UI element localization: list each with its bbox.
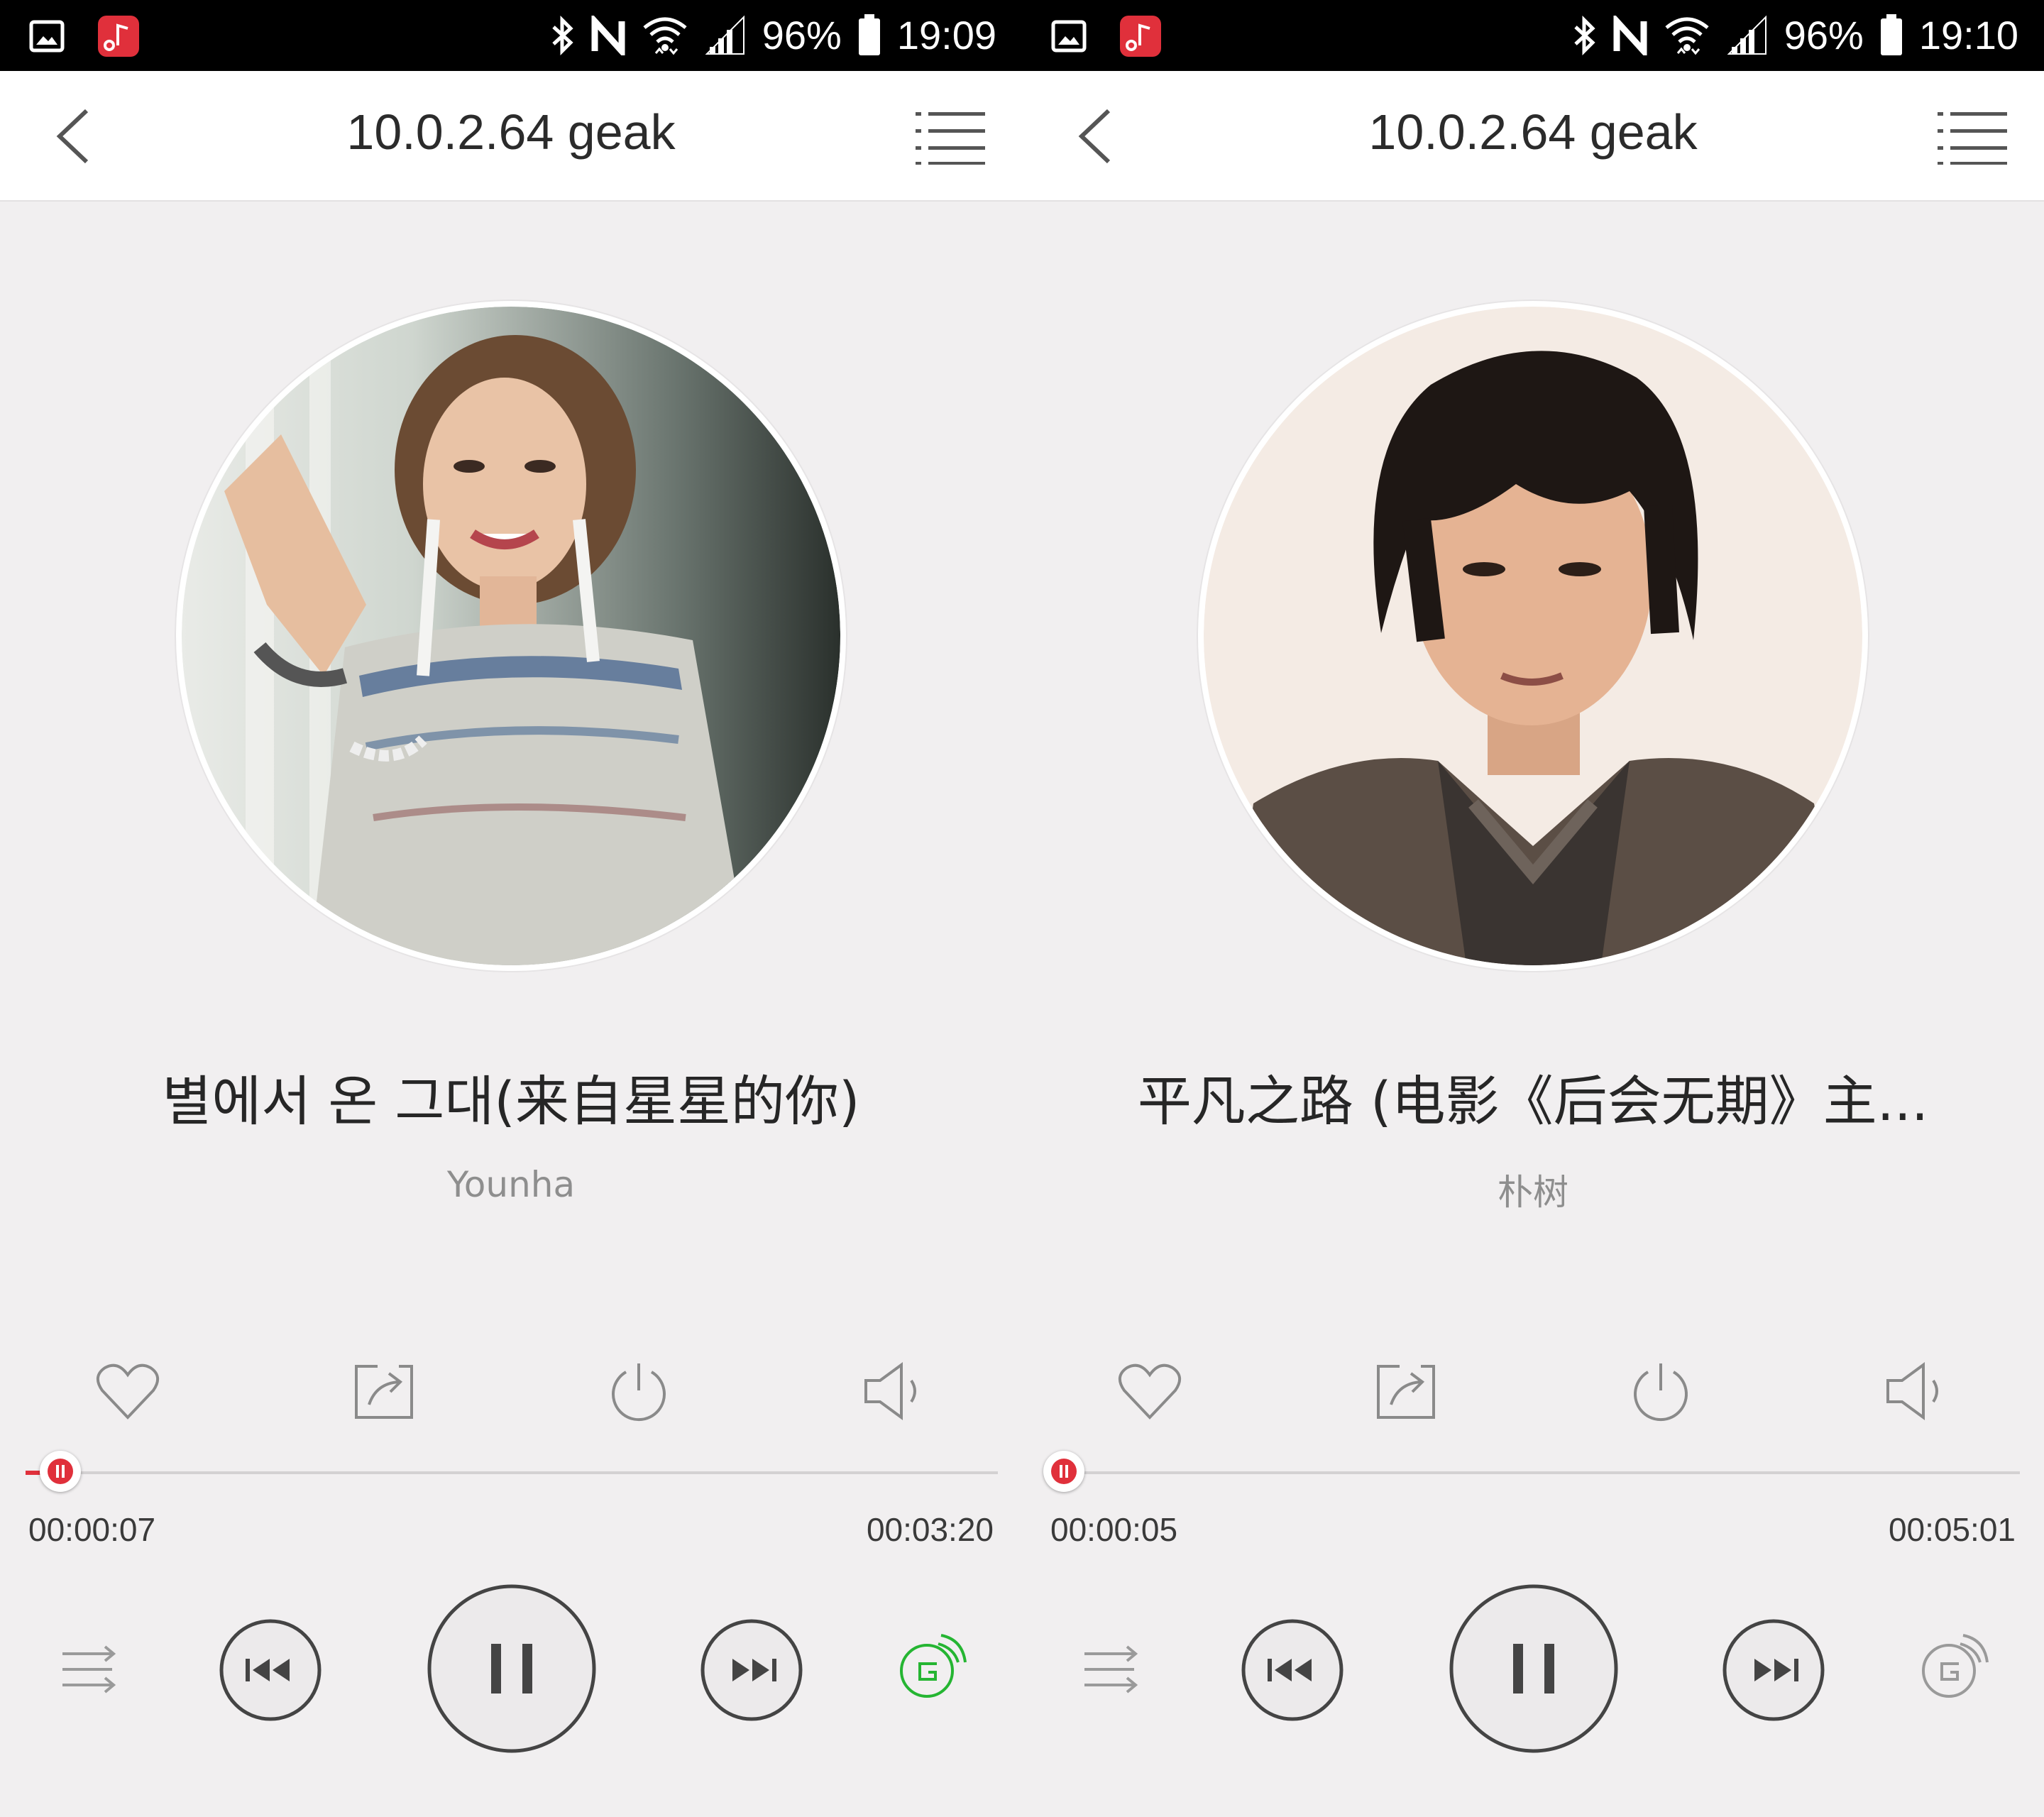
queue-icon	[1084, 1645, 1138, 1694]
heart-icon	[97, 1363, 159, 1420]
header-bar: 10.0.2.64 geak	[1022, 71, 2044, 202]
next-track-icon	[1722, 1619, 1825, 1721]
gallery-notification-icon	[28, 18, 65, 55]
action-row	[0, 1359, 1022, 1423]
volume-icon	[1886, 1362, 1938, 1420]
status-bar: 96% 19:10	[1022, 0, 2044, 71]
previous-button[interactable]	[219, 1618, 322, 1722]
current-time: 00:00:05	[1050, 1511, 1178, 1548]
artist-name: 朴树	[1498, 1172, 1568, 1213]
total-time: 00:05:01	[1888, 1511, 2016, 1548]
repeat-mode-button[interactable]	[896, 1632, 967, 1703]
favorite-button[interactable]	[94, 1359, 162, 1423]
share-button[interactable]	[349, 1359, 417, 1423]
back-chevron-icon	[56, 109, 89, 164]
queue-icon	[62, 1645, 116, 1694]
bluetooth-icon	[551, 16, 575, 55]
battery-icon	[857, 14, 881, 57]
heart-icon	[1119, 1363, 1181, 1420]
repeat-mode-icon	[900, 1634, 967, 1698]
album-art	[1198, 301, 1868, 971]
device-title: 10.0.2.64 geak	[1368, 104, 1698, 160]
seek-bar[interactable]	[26, 1451, 998, 1492]
back-button[interactable]	[1065, 101, 1128, 172]
album-art	[176, 301, 846, 971]
playback-controls	[1022, 1583, 2044, 1760]
battery-icon	[1879, 14, 1903, 57]
sleep-timer-button[interactable]	[605, 1359, 673, 1423]
previous-track-icon	[219, 1619, 322, 1721]
artist-photo-pu-shu	[1204, 307, 1862, 965]
power-icon	[1634, 1363, 1688, 1422]
next-button[interactable]	[700, 1618, 803, 1722]
artist-name: Younha	[446, 1164, 576, 1205]
playlist-button[interactable]	[1938, 108, 2009, 165]
play-pause-button[interactable]	[426, 1583, 598, 1755]
nfc-icon	[590, 16, 626, 55]
music-app-notification-icon	[1119, 14, 1163, 58]
list-icon	[1938, 112, 2007, 165]
battery-percent: 96%	[762, 13, 842, 57]
gallery-notification-icon	[1050, 18, 1087, 55]
status-bar: 96% 19:09	[0, 0, 1022, 71]
share-icon	[1377, 1365, 1435, 1419]
playlist-button[interactable]	[916, 108, 987, 165]
shuffle-queue-button[interactable]	[60, 1640, 119, 1699]
header-bar: 10.0.2.64 geak	[0, 71, 1022, 202]
share-icon	[355, 1365, 413, 1419]
pause-icon	[1449, 1584, 1618, 1753]
seek-knob[interactable]	[40, 1451, 82, 1492]
power-icon	[612, 1363, 666, 1422]
clock: 19:10	[1918, 13, 2018, 57]
list-icon	[916, 112, 985, 165]
song-title: 平凡之路 (电影《后会无期》主...	[1137, 1070, 1929, 1133]
clock: 19:09	[896, 13, 996, 57]
seek-track	[26, 1471, 998, 1474]
song-title: 별에서 온 그대(来自星星的你)	[162, 1070, 860, 1133]
sleep-timer-button[interactable]	[1627, 1359, 1695, 1423]
wifi-icon	[1664, 12, 1710, 59]
repeat-mode-button[interactable]	[1918, 1632, 1989, 1703]
previous-button[interactable]	[1241, 1618, 1344, 1722]
previous-track-icon	[1241, 1619, 1344, 1721]
bluetooth-icon	[1573, 16, 1597, 55]
volume-icon	[864, 1362, 916, 1420]
next-button[interactable]	[1722, 1618, 1825, 1722]
battery-percent: 96%	[1784, 13, 1864, 57]
shuffle-queue-button[interactable]	[1082, 1640, 1141, 1699]
artist-photo-younha	[182, 307, 840, 965]
seek-knob[interactable]	[1043, 1451, 1085, 1492]
action-row	[1022, 1359, 2044, 1423]
player-screen-right: 96% 19:10 10.0.2.64 geak 平凡之路 (电影《后会无期》主…	[1022, 0, 2044, 1817]
next-track-icon	[700, 1619, 803, 1721]
back-button[interactable]	[43, 101, 106, 172]
total-time: 00:03:20	[866, 1511, 994, 1548]
back-chevron-icon	[1078, 109, 1111, 164]
signal-icon	[704, 14, 747, 57]
device-title: 10.0.2.64 geak	[346, 104, 676, 160]
play-pause-button[interactable]	[1448, 1583, 1620, 1755]
pause-icon	[427, 1584, 596, 1753]
repeat-mode-icon	[1922, 1634, 1989, 1698]
wifi-icon	[642, 12, 688, 59]
volume-button[interactable]	[860, 1359, 928, 1423]
current-time: 00:00:07	[28, 1511, 156, 1548]
nfc-icon	[1612, 16, 1648, 55]
share-button[interactable]	[1371, 1359, 1439, 1423]
signal-icon	[1726, 14, 1769, 57]
music-app-notification-icon	[97, 14, 141, 58]
volume-button[interactable]	[1882, 1359, 1950, 1423]
seek-track	[1048, 1471, 2020, 1474]
seek-bar[interactable]	[1043, 1451, 2020, 1492]
player-screen-left: 96% 19:09 10.0.2.64 geak 별에서 온 그대(来自星星的你…	[0, 0, 1022, 1817]
playback-controls	[0, 1583, 1022, 1760]
favorite-button[interactable]	[1116, 1359, 1184, 1423]
